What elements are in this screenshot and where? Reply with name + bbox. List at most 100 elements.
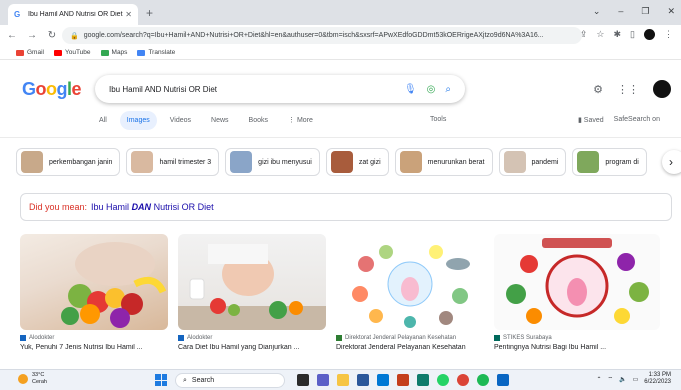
site-favicon-icon xyxy=(178,335,184,341)
office-icon[interactable] xyxy=(397,374,409,386)
image-result-2[interactable]: Alodokter Cara Diet Ibu Hamil yang Dianj… xyxy=(178,234,326,351)
tab-videos[interactable]: Videos xyxy=(163,111,198,130)
result-thumbnail[interactable] xyxy=(178,234,326,330)
related-chip[interactable]: hamil trimester 3 xyxy=(126,148,220,176)
result-title[interactable]: Yuk, Penuhi 7 Jenis Nutrisi Ibu Hamil ..… xyxy=(20,344,168,351)
related-chip[interactable]: perkembangan janin xyxy=(16,148,121,176)
taskbar-search-box[interactable]: ⌕ Search xyxy=(175,373,285,388)
new-tab-button[interactable]: + xyxy=(146,6,153,20)
bookmark-youtube[interactable]: YouTube xyxy=(53,49,91,56)
translate-icon xyxy=(137,49,146,56)
bookmark-translate[interactable]: Translate xyxy=(137,49,175,56)
site-favicon-icon xyxy=(494,335,500,341)
restore-button[interactable]: ❐ xyxy=(641,6,649,17)
tab-all[interactable]: All xyxy=(92,111,114,130)
browser-toolbar: ← → ↻ 🔒 google.com/search?q=Ibu+Hamil+AN… xyxy=(0,25,681,46)
image-result-3[interactable]: Direktorat Jenderal Pelayanan Kesehatan … xyxy=(336,234,484,351)
edge-icon[interactable] xyxy=(417,374,429,386)
saved-button[interactable]: ▮ Saved xyxy=(578,116,604,124)
system-tray: ⌃ ⌔ 🔈 ▭ 1:33 PM 6/22/2023 xyxy=(596,372,671,386)
profile-avatar[interactable] xyxy=(644,29,655,40)
spelling-suggestion-link[interactable]: Ibu Hamil DAN Nutrisi OR Diet xyxy=(91,202,214,212)
windows-start-icon[interactable] xyxy=(155,374,167,386)
wifi-icon[interactable]: ⌔ xyxy=(608,375,614,383)
bookmark-gmail[interactable]: Gmail xyxy=(16,49,44,56)
chip-label: pandemi xyxy=(531,158,559,166)
search-query[interactable]: Ibu Hamil AND Nutrisi OR Diet xyxy=(109,85,394,94)
bookmark-star-icon[interactable]: ☆ xyxy=(596,29,604,40)
close-window-button[interactable]: ✕ xyxy=(667,6,675,17)
back-icon[interactable]: ← xyxy=(4,30,20,41)
related-chip[interactable]: program di xyxy=(572,148,647,176)
did-you-mean-label: Did you mean: xyxy=(29,202,88,212)
result-source: Alodokter xyxy=(20,335,168,341)
whatsapp-icon[interactable] xyxy=(437,374,449,386)
google-logo[interactable]: Google xyxy=(22,79,82,100)
safesearch-button[interactable]: SafeSearch on xyxy=(614,116,660,124)
app-icon-blue[interactable] xyxy=(357,374,369,386)
result-title[interactable]: Cara Diet Ibu Hamil yang Dianjurkan ... xyxy=(178,344,326,351)
chip-label: program di xyxy=(605,158,639,166)
spotify-icon[interactable] xyxy=(477,374,489,386)
apps-grid-icon[interactable]: ⋮⋮ xyxy=(617,83,639,96)
lens-icon[interactable]: ◎ xyxy=(427,84,436,95)
tab-news[interactable]: News xyxy=(204,111,236,130)
gmail-icon xyxy=(16,49,24,56)
file-explorer-icon[interactable] xyxy=(337,374,349,386)
battery-icon[interactable]: ▭ xyxy=(633,376,639,383)
related-search-chips: perkembangan janin hamil trimester 3 gizi … xyxy=(16,148,676,176)
search-icon[interactable]: ⌕ xyxy=(445,84,451,95)
related-chip[interactable]: pandemi xyxy=(498,148,567,176)
header-divider xyxy=(0,137,681,138)
weather-widget[interactable]: 33°C Cerah xyxy=(18,372,47,386)
reload-icon[interactable]: ↻ xyxy=(44,30,60,41)
word-icon[interactable] xyxy=(377,374,389,386)
extensions-icon[interactable]: ✱ xyxy=(614,29,622,40)
google-favicon-icon: G xyxy=(14,9,21,19)
sidepanel-icon[interactable]: ▯ xyxy=(630,29,635,40)
related-chip[interactable]: gizi ibu menyusui xyxy=(225,148,320,176)
tab-more[interactable]: ⋮ More xyxy=(281,110,320,130)
minimize-button[interactable]: – xyxy=(618,6,623,17)
tools-button[interactable]: Tools xyxy=(430,116,446,123)
bookmark-maps[interactable]: Maps xyxy=(100,49,127,56)
task-view-icon[interactable] xyxy=(297,374,309,386)
saved-area: ▮ Saved SafeSearch on xyxy=(578,116,660,124)
image-result-1[interactable]: Alodokter Yuk, Penuhi 7 Jenis Nutrisi Ib… xyxy=(20,234,168,351)
tray-chevron-icon[interactable]: ⌃ xyxy=(596,376,601,383)
tab-images[interactable]: Images xyxy=(119,110,157,130)
clock[interactable]: 1:33 PM 6/22/2023 xyxy=(644,372,671,386)
share-icon[interactable]: ⇪ xyxy=(580,29,588,40)
teams-icon[interactable] xyxy=(317,374,329,386)
chevron-right-icon[interactable]: › xyxy=(662,150,681,174)
result-thumbnail[interactable] xyxy=(20,234,168,330)
forward-icon[interactable]: → xyxy=(24,30,40,41)
sun-icon xyxy=(18,374,28,384)
image-result-4[interactable]: STIKES Surabaya Pentingnya Nutrisi Bagi … xyxy=(494,234,674,351)
microphone-icon[interactable]: 🎙 xyxy=(404,84,417,95)
result-source: Direktorat Jenderal Pelayanan Kesehatan xyxy=(336,335,484,341)
tab-search-icon[interactable]: ⌄ xyxy=(593,6,601,17)
more-dots-icon: ⋮ xyxy=(288,117,297,124)
chip-thumbnail xyxy=(503,151,526,173)
settings-gear-icon[interactable]: ⚙ xyxy=(593,83,603,96)
account-avatar[interactable] xyxy=(653,80,671,98)
result-thumbnail[interactable] xyxy=(336,234,484,330)
result-title[interactable]: Pentingnya Nutrisi Bagi Ibu Hamil ... xyxy=(494,344,674,351)
toolbar-actions: ⇪ ☆ ✱ ▯ ⋮ xyxy=(580,29,673,40)
volume-icon[interactable]: 🔈 xyxy=(619,376,626,383)
menu-dots-icon[interactable]: ⋮ xyxy=(664,29,673,40)
related-chip[interactable]: zat gizi xyxy=(325,148,389,176)
tab-books[interactable]: Books xyxy=(242,111,275,130)
app-icon-dark-blue[interactable] xyxy=(497,374,509,386)
search-box[interactable]: Ibu Hamil AND Nutrisi OR Diet 🎙 ◎ ⌕ xyxy=(95,75,465,103)
taskbar-apps xyxy=(297,374,509,386)
close-tab-icon[interactable]: ✕ xyxy=(125,10,132,19)
result-thumbnail[interactable] xyxy=(494,234,660,330)
chip-label: gizi ibu menyusui xyxy=(258,158,312,166)
result-title[interactable]: Direktorat Jenderal Pelayanan Kesehatan xyxy=(336,344,484,351)
related-chip[interactable]: menurunkan berat xyxy=(394,148,493,176)
browser-tab[interactable]: G Ibu Hamil AND Nutrisi OR Diet ✕ xyxy=(8,4,138,25)
address-bar[interactable]: 🔒 google.com/search?q=Ibu+Hamil+AND+Nutr… xyxy=(62,27,582,44)
chrome-icon[interactable] xyxy=(457,374,469,386)
